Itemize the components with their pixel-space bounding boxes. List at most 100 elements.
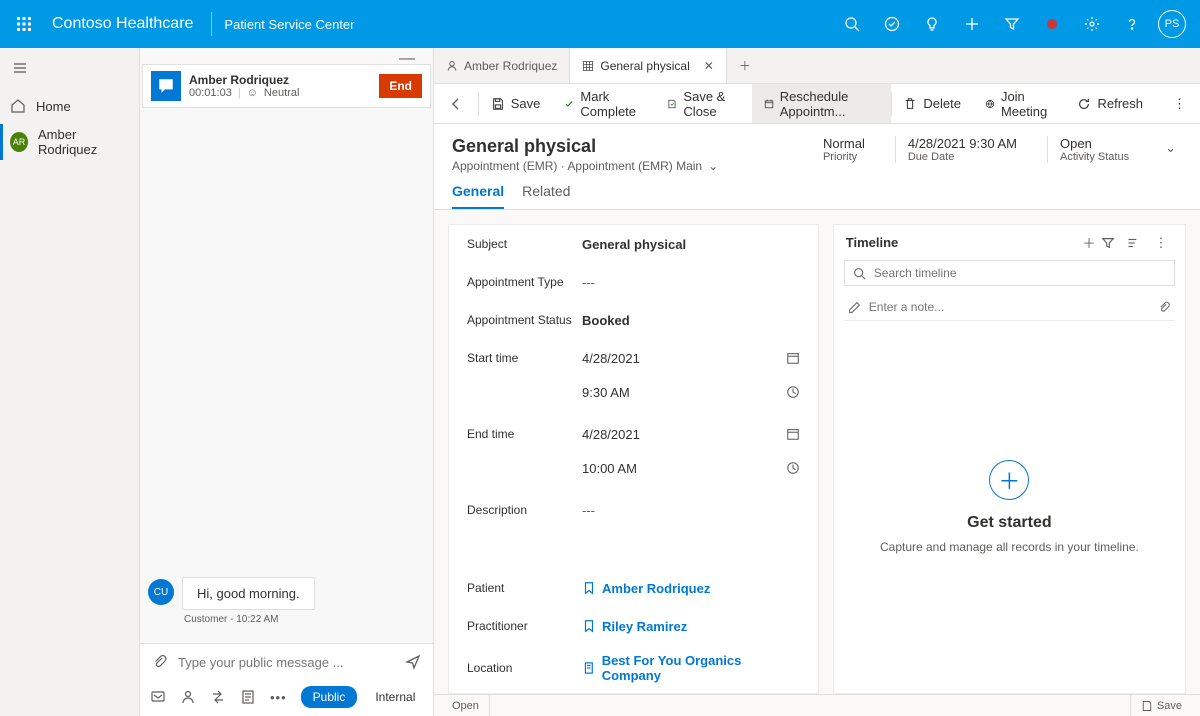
save-close-button[interactable]: Save & Close bbox=[655, 84, 751, 123]
clock-icon[interactable] bbox=[786, 385, 800, 399]
field-status[interactable]: Appointment StatusBooked bbox=[449, 301, 818, 339]
delete-button[interactable]: Delete bbox=[891, 84, 973, 123]
session-header: Amber Rodriquez 00:01:03 | ☺ Neutral End bbox=[142, 64, 431, 108]
timeline-title: Timeline bbox=[846, 235, 899, 250]
field-start-time[interactable]: 9:30 AM bbox=[449, 377, 818, 415]
app-topbar: Contoso Healthcare Patient Service Cente… bbox=[0, 0, 1200, 48]
timeline-getstarted-button[interactable]: ＋ bbox=[989, 460, 1029, 500]
save-label: Save bbox=[511, 96, 541, 111]
send-icon[interactable] bbox=[405, 654, 421, 670]
field-start-date[interactable]: Start time4/28/2021 bbox=[449, 339, 818, 377]
chat-body: CU Hi, good morning. Customer - 10:22 AM bbox=[140, 108, 433, 643]
timeline-note-input[interactable] bbox=[869, 300, 1150, 314]
reschedule-button[interactable]: Reschedule Appointm... bbox=[752, 84, 891, 123]
app-launcher-icon[interactable] bbox=[8, 16, 40, 32]
refresh-button[interactable]: Refresh bbox=[1065, 84, 1155, 123]
timeline-section: Timeline ＋ ⋮ ＋ Get bbox=[833, 224, 1186, 694]
bulb-icon[interactable] bbox=[912, 0, 952, 48]
tab-related[interactable]: Related bbox=[522, 183, 570, 209]
message-input[interactable] bbox=[178, 655, 395, 670]
timeline-search-input[interactable] bbox=[874, 266, 1166, 280]
header-expand-icon[interactable]: ⌄ bbox=[1159, 136, 1182, 160]
tab-appointment-label: General physical bbox=[600, 59, 689, 73]
public-toggle[interactable]: Public bbox=[301, 686, 358, 708]
chevron-down-icon[interactable]: ⌄ bbox=[708, 159, 718, 173]
refresh-label: Refresh bbox=[1097, 96, 1143, 111]
left-nav: Home AR Amber Rodriquez bbox=[0, 48, 140, 716]
record-icon[interactable] bbox=[1032, 0, 1072, 48]
timeline-filter-icon[interactable] bbox=[1101, 236, 1125, 250]
overflow-button[interactable]: ⋮ bbox=[1159, 84, 1200, 123]
stat-priority: NormalPriority bbox=[811, 136, 877, 163]
user-avatar[interactable]: PS bbox=[1158, 10, 1186, 38]
timeline-more-icon[interactable]: ⋮ bbox=[1149, 235, 1173, 251]
record-title: General physical bbox=[452, 136, 811, 157]
close-icon[interactable]: ✕ bbox=[704, 59, 714, 73]
consult-icon[interactable] bbox=[180, 689, 196, 705]
status-open: Open bbox=[442, 695, 489, 716]
help-icon[interactable] bbox=[1112, 0, 1152, 48]
quick-reply-icon[interactable] bbox=[150, 689, 166, 705]
tab-patient-label: Amber Rodriquez bbox=[464, 59, 557, 73]
status-bar: Open Save bbox=[434, 694, 1200, 716]
save-button[interactable]: Save bbox=[479, 84, 553, 123]
timeline-search[interactable] bbox=[844, 260, 1175, 286]
stat-status: OpenActivity Status bbox=[1047, 136, 1141, 163]
calendar-icon[interactable] bbox=[786, 427, 800, 441]
record-tabstrip: Amber Rodriquez General physical ✕ ＋ bbox=[434, 48, 1200, 84]
timeline-sort-icon[interactable] bbox=[1125, 236, 1149, 250]
app-subtitle: Patient Service Center bbox=[218, 17, 354, 32]
task-icon[interactable] bbox=[872, 0, 912, 48]
tab-patient[interactable]: Amber Rodriquez bbox=[434, 48, 570, 83]
plus-icon: ＋ bbox=[739, 57, 751, 74]
status-save[interactable]: Save bbox=[1130, 695, 1192, 716]
record-header: General physical Appointment (EMR) · App… bbox=[434, 124, 1200, 173]
home-icon bbox=[10, 98, 26, 114]
field-description[interactable]: Description--- bbox=[449, 491, 818, 529]
bookmark-icon bbox=[582, 619, 596, 633]
calendar-icon[interactable] bbox=[786, 351, 800, 365]
field-end-time[interactable]: 10:00 AM bbox=[449, 453, 818, 491]
timeline-add-icon[interactable]: ＋ bbox=[1077, 233, 1101, 252]
tab-appointment[interactable]: General physical ✕ bbox=[570, 48, 726, 83]
tab-general[interactable]: General bbox=[452, 183, 504, 209]
clock-icon[interactable] bbox=[786, 461, 800, 475]
nav-session-amber[interactable]: AR Amber Rodriquez bbox=[0, 124, 139, 160]
join-meeting-button[interactable]: Join Meeting bbox=[973, 84, 1066, 123]
more-icon[interactable]: ••• bbox=[270, 690, 287, 705]
attach-icon[interactable] bbox=[152, 654, 168, 670]
transfer-icon[interactable] bbox=[210, 689, 226, 705]
field-patient[interactable]: PatientAmber Rodriquez bbox=[449, 569, 818, 607]
end-button[interactable]: End bbox=[379, 74, 422, 98]
notes-icon[interactable] bbox=[240, 689, 256, 705]
session-name: Amber Rodriquez bbox=[189, 73, 371, 87]
field-practitioner[interactable]: PractitionerRiley Ramirez bbox=[449, 607, 818, 645]
new-tab-button[interactable]: ＋ bbox=[727, 48, 763, 83]
composer: ••• Public Internal bbox=[140, 643, 433, 716]
field-subject[interactable]: SubjectGeneral physical bbox=[449, 225, 818, 263]
timeline-note-row[interactable] bbox=[844, 294, 1175, 321]
save-icon bbox=[1141, 700, 1153, 712]
attach-icon[interactable] bbox=[1158, 301, 1171, 314]
filter-icon[interactable] bbox=[992, 0, 1032, 48]
field-location[interactable]: LocationBest For You Organics Company bbox=[449, 645, 818, 691]
add-icon[interactable] bbox=[952, 0, 992, 48]
session-avatar: AR bbox=[10, 132, 28, 152]
record-pane: Amber Rodriquez General physical ✕ ＋ Sav… bbox=[434, 48, 1200, 716]
hamburger-icon[interactable] bbox=[0, 48, 139, 88]
form-section: SubjectGeneral physical Appointment Type… bbox=[448, 224, 819, 694]
brand-name: Contoso Healthcare bbox=[40, 15, 205, 33]
form-tabs: General Related bbox=[434, 173, 1200, 210]
save-close-label: Save & Close bbox=[683, 89, 739, 119]
field-type[interactable]: Appointment Type--- bbox=[449, 263, 818, 301]
back-button[interactable] bbox=[434, 84, 478, 123]
mark-complete-button[interactable]: Mark Complete bbox=[552, 84, 655, 123]
nav-home[interactable]: Home bbox=[0, 88, 139, 124]
delete-label: Delete bbox=[923, 96, 961, 111]
internal-toggle[interactable]: Internal bbox=[363, 686, 427, 708]
minimize-icon[interactable]: — bbox=[399, 50, 415, 64]
gear-icon[interactable] bbox=[1072, 0, 1112, 48]
search-icon[interactable] bbox=[832, 0, 872, 48]
field-end-date[interactable]: End time4/28/2021 bbox=[449, 415, 818, 453]
join-label: Join Meeting bbox=[1001, 89, 1054, 119]
